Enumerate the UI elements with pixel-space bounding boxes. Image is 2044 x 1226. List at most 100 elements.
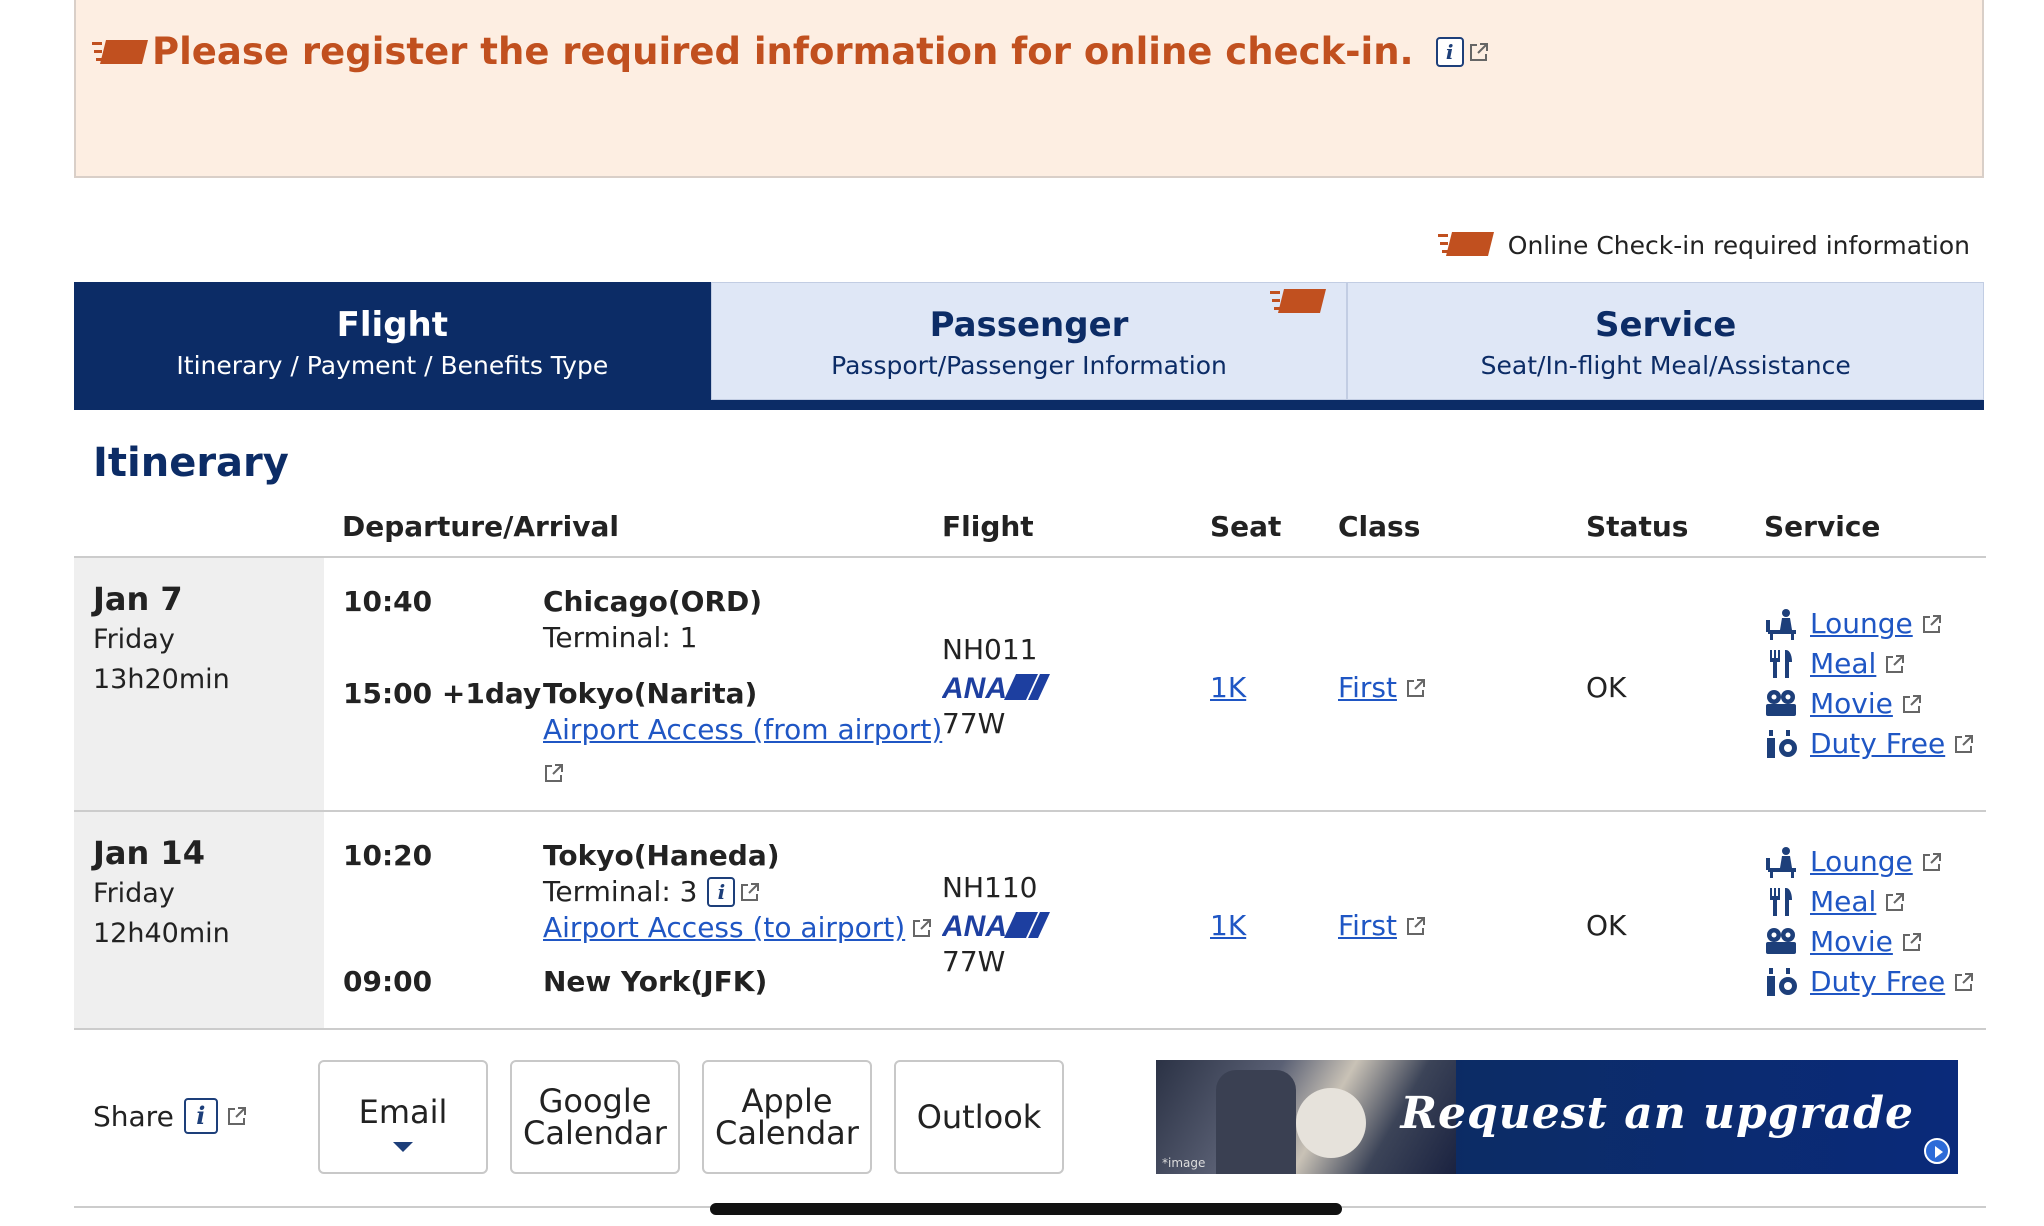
status-value: OK [1586,909,1627,942]
tab-subtitle: Seat/In-flight Meal/Assistance [1480,351,1851,380]
external-link-icon[interactable] [739,881,761,903]
service-item-meal[interactable]: Meal [1764,644,1975,684]
class-link[interactable]: First [1338,908,1397,944]
flight-day: Friday [93,878,175,909]
col-header-status: Status [1586,510,1689,543]
flight-duration: 13h20min [93,664,230,695]
tab-service[interactable]: Service Seat/In-flight Meal/Assistance [1347,282,1985,400]
apple-calendar-button[interactable]: Apple Calendar [702,1060,872,1174]
checkin-steps-tabs: Flight Itinerary / Payment / Benefits Ty… [74,282,1985,410]
aircraft-type: 77W [942,707,1006,740]
service-item-movie[interactable]: Movie [1764,684,1975,724]
apple-calendar-label-line2: Calendar [715,1114,859,1152]
service-item-duty-free[interactable]: Duty Free [1764,962,1975,1002]
external-link-icon[interactable] [1405,915,1427,937]
flight-duration: 12h40min [93,918,230,949]
info-icon[interactable]: i [707,877,736,907]
alert-title: Please register the required information… [92,30,1490,73]
departure-terminal: Terminal: 1 [543,621,698,654]
departure-info: Tokyo(Haneda) Terminal: 3 i Airport Acce… [543,838,963,946]
date-cell: Jan 7 Friday 13h20min [74,558,324,810]
home-indicator[interactable] [710,1203,1342,1215]
arrival-city: Tokyo(Narita) [543,677,758,710]
flight-number: NH011 [942,633,1038,666]
service-link[interactable]: Movie [1810,922,1893,962]
external-link-icon[interactable] [1901,693,1923,715]
email-share-button[interactable]: Email [318,1060,488,1174]
duty-free-icon [1764,728,1798,760]
info-icon[interactable]: i [1435,36,1464,67]
tab-title: Service [1595,305,1737,345]
external-link-icon[interactable] [1953,971,1975,993]
col-header-departure-arrival: Departure/Arrival [342,510,619,543]
outlook-button[interactable]: Outlook [894,1060,1064,1174]
upgrade-banner[interactable]: *image Request an upgrade [1156,1060,1958,1174]
terminal-line: Terminal: 3 i [543,874,963,910]
service-link[interactable]: Meal [1810,644,1876,684]
arrival-time: 09:00 [343,965,433,998]
service-item-lounge[interactable]: Lounge [1764,842,1975,882]
service-link[interactable]: Duty Free [1810,724,1945,764]
external-link-icon[interactable] [1884,891,1906,913]
external-link-icon[interactable] [1953,733,1975,755]
service-item-meal[interactable]: Meal [1764,882,1975,922]
external-link-icon[interactable] [1468,41,1490,63]
seat-link[interactable]: 1K [1210,908,1246,944]
service-item-lounge[interactable]: Lounge [1764,604,1975,644]
external-link-icon[interactable] [1901,931,1923,953]
seat-link[interactable]: 1K [1210,670,1246,706]
col-header-seat: Seat [1210,510,1282,543]
external-link-icon[interactable] [1405,677,1427,699]
service-item-duty-free[interactable]: Duty Free [1764,724,1975,764]
aircraft-type: 77W [942,945,1006,978]
departure-info: Chicago(ORD) Terminal: 1 [543,584,762,656]
external-link-icon[interactable] [1884,653,1906,675]
access-line: Airport Access (to airport) [543,910,963,946]
service-link[interactable]: Lounge [1810,842,1913,882]
share-label: Share [93,1099,174,1133]
legend-label: Online Check-in required information [1507,230,1970,260]
class-link[interactable]: First [1338,670,1397,706]
chevron-down-icon [393,1142,413,1152]
required-ticket-icon [1437,230,1496,260]
external-link-icon[interactable] [543,762,565,784]
airport-access-link[interactable]: Airport Access (to airport) [543,910,905,946]
service-list: Lounge Meal Movie Duty Free [1764,842,1975,1002]
ana-logo: ANA [942,672,1050,704]
tab-flight[interactable]: Flight Itinerary / Payment / Benefits Ty… [74,282,711,400]
arrival-info: Tokyo(Narita) Airport Access (from airpo… [543,676,943,790]
airport-access-link[interactable]: Airport Access (from airport) [543,713,942,746]
flight-date: Jan 14 [93,834,205,872]
flight-date: Jan 7 [93,580,183,618]
external-link-icon[interactable] [226,1105,248,1127]
tab-passenger[interactable]: Passenger Passport/Passenger Information [710,282,1348,400]
external-link-icon[interactable] [1921,851,1943,873]
external-link-icon[interactable] [911,917,933,939]
movie-icon [1764,688,1798,720]
departure-time: 10:20 [343,839,433,872]
tab-subtitle: Itinerary / Payment / Benefits Type [176,351,609,380]
flight-cell: NH110 ANA 77W [942,870,1052,980]
departure-terminal: Terminal: 3 [543,875,698,908]
share-section-label: Share i [93,1098,248,1134]
external-link-icon[interactable] [1921,613,1943,635]
checkin-alert: Please register the required information… [74,0,1984,178]
service-item-movie[interactable]: Movie [1764,922,1975,962]
lounge-icon [1764,608,1798,640]
status-value: OK [1586,671,1627,704]
class-cell: First [1338,908,1427,944]
image-caption: *image [1162,1156,1206,1170]
service-link[interactable]: Duty Free [1810,962,1945,1002]
meal-icon [1764,886,1798,918]
service-link[interactable]: Lounge [1810,604,1913,644]
lounge-icon [1764,846,1798,878]
google-calendar-button[interactable]: Google Calendar [510,1060,680,1174]
service-link[interactable]: Movie [1810,684,1893,724]
table-row: Jan 7 Friday 13h20min 10:40 Chicago(ORD)… [74,558,1986,812]
service-link[interactable]: Meal [1810,882,1876,922]
info-icon[interactable]: i [183,1098,218,1134]
required-legend: Online Check-in required information [1437,230,1970,260]
meal-icon [1764,648,1798,680]
flight-day: Friday [93,624,175,655]
itinerary-heading: Itinerary [93,440,289,486]
